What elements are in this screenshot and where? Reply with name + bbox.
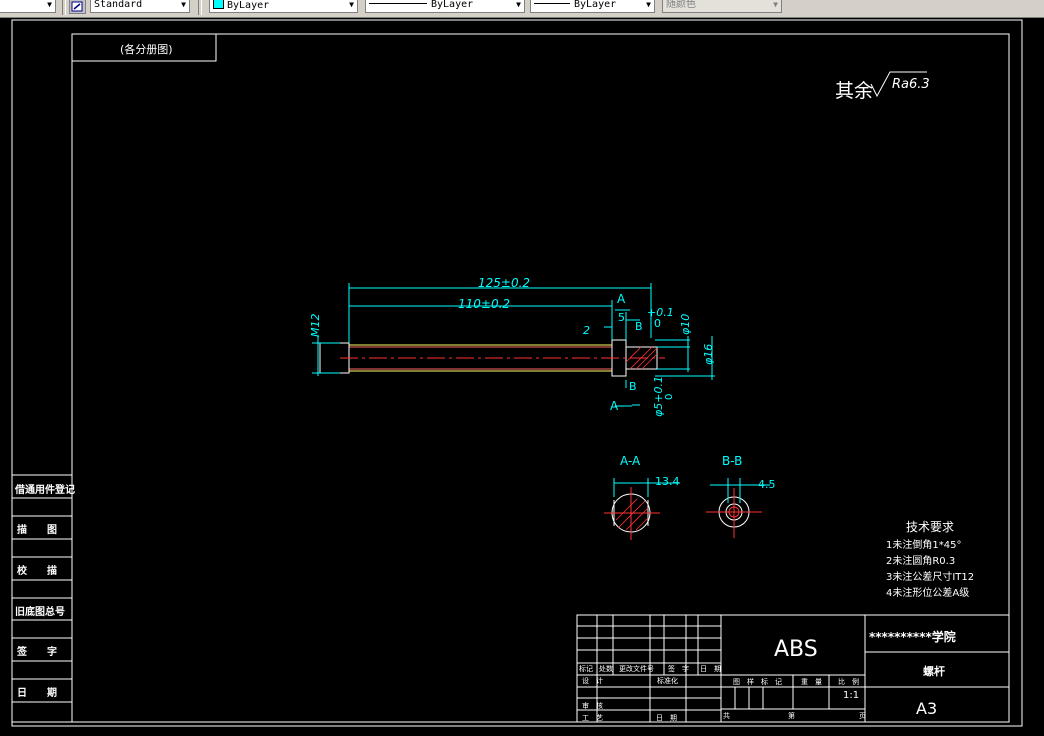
rev-header: 签 字 [668,665,689,673]
text-style-dropdown[interactable]: Standard ▼ [90,0,190,13]
part-name: 螺杆 [923,665,945,678]
linetype-control-dropdown[interactable]: ByLayer ▼ [365,0,525,13]
lineweight-control-dropdown[interactable]: ByLayer ▼ [530,0,655,13]
tech-req-item: 4未注形位公差A级 [886,588,970,599]
left-table-label: 日 期 [17,688,57,699]
dim-tol-top-zero: 0 [654,317,661,330]
color-control-dropdown[interactable]: ByLayer ▼ [209,0,358,13]
layer-dropdown[interactable]: ▼ [0,0,56,13]
row-date-label: 日 期 [656,714,677,722]
dim-d16: φ16 [702,343,715,365]
text-style-value: Standard [94,0,143,10]
properties-toolbar: ▼ Standard ▼ ByLayer ▼ ByLayer ▼ ByLayer… [0,0,1044,18]
chevron-down-icon: ▼ [516,0,521,9]
rev-header: 标记 [579,665,593,673]
left-table-label: 借通用件登记 [15,485,75,496]
drawing-canvas[interactable]: (各分册图) 其余 Ra6.3 125±0.2 110±0.2 A 5 +0.1… [0,17,1044,736]
text-style-manager-icon[interactable] [69,0,86,14]
drawing-frame [71,33,1010,723]
dim-5: 5 [618,311,625,324]
tech-req-item: 3未注公差尺寸IT12 [886,572,975,583]
chevron-down-icon: ▼ [47,0,52,9]
dim-125: 125±0.2 [478,276,531,290]
stage-header: 比 例 [838,678,859,686]
section-a-dim: 13.4 [655,475,680,488]
plot-style-value: 随颜色 [666,0,696,10]
lineweight-preview-icon [534,3,570,4]
stage-header: 图 样 标 记 [733,678,782,686]
paper-outline [11,19,1023,727]
section-a-title: A-A [620,454,641,468]
drawing-code: ABS [774,637,818,662]
tech-req-title: 技术要求 [906,520,955,534]
tech-req-item: 2未注圆角R0.3 [886,556,956,567]
section-b-dim: 4.5 [758,478,776,491]
corner-label: (各分册图) [120,43,173,56]
rev-header: 日 期 [700,665,721,673]
chevron-down-icon: ▼ [349,0,354,9]
row-std-label: 标准化 [657,677,678,685]
color-swatch-icon [213,0,224,9]
left-table-label: 描 图 [17,525,57,536]
left-table-label: 旧底图总号 [15,607,65,618]
linetype-value: ByLayer [431,0,474,10]
section-b-title: B-B [722,454,743,468]
roughness-prefix: 其余 [835,80,874,102]
school-name: **********学院 [869,630,956,644]
dim-tol-bottom-zero: 0 [664,393,675,400]
section-a-marker-top: A [617,292,626,306]
rev-header: 更改文件号 [619,665,654,673]
chevron-down-icon: ▼ [773,0,778,9]
section-a-marker-bottom: A [610,399,619,413]
rev-header: 处数 [599,665,613,673]
row-process-label: 工 艺 [582,714,603,722]
left-table-label: 校 描 [17,566,57,577]
dim-d10: φ10 [679,313,692,335]
sheet-total-label: 共 [723,712,730,720]
sheet-unit-label: 页 [859,712,866,720]
plot-style-dropdown[interactable]: 随颜色 ▼ [662,0,782,13]
row-design-label: 设 计 [582,677,603,685]
tech-req-item: 1未注倒角1*45° [886,540,962,551]
roughness-value: Ra6.3 [892,77,930,92]
toolbar-separator [198,0,202,15]
sheet-size: A3 [916,699,938,718]
row-review-label: 审 核 [582,702,603,710]
toolbar-separator [62,0,66,15]
linetype-preview-icon [369,3,427,4]
dim-110: 110±0.2 [458,297,511,311]
scale-value: 1:1 [843,690,860,701]
section-b-marker-top: B [635,320,643,333]
lineweight-value: ByLayer [574,0,617,10]
stage-header: 重 量 [801,678,822,686]
left-table-label: 签 字 [17,647,57,658]
section-b-marker-bottom: B [629,380,637,393]
chevron-down-icon: ▼ [646,0,651,9]
chevron-down-icon: ▼ [181,0,186,9]
color-value: ByLayer [227,0,270,11]
sheet-num-label: 第 [788,712,795,720]
dim-m12: M12 [309,313,322,338]
screw-part [319,339,665,377]
dim-2: 2 [583,324,590,337]
